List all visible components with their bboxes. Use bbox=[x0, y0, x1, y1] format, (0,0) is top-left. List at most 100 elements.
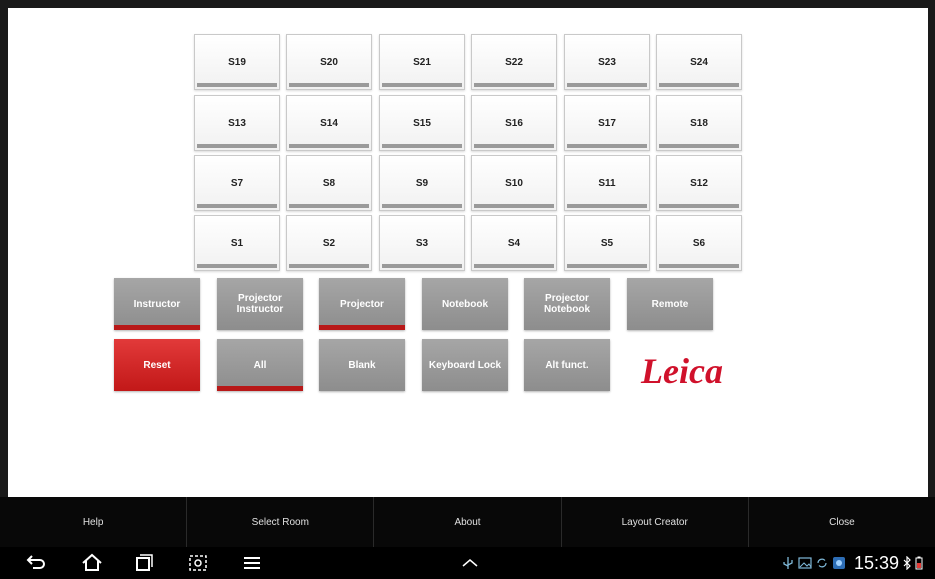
seat-s6[interactable]: S6 bbox=[656, 215, 742, 271]
app-screen: S19 S20 S21 S22 S23 S24 S13 S14 S15 S16 … bbox=[8, 8, 928, 497]
seat-s2[interactable]: S2 bbox=[286, 215, 372, 271]
seat-s18[interactable]: S18 bbox=[656, 95, 742, 151]
seat-status-bar bbox=[659, 144, 739, 148]
seat-label: S5 bbox=[600, 238, 614, 249]
projector-instructor-button[interactable]: Projector Instructor bbox=[217, 278, 303, 330]
seat-label: S10 bbox=[505, 178, 523, 189]
seat-status-bar bbox=[197, 83, 277, 87]
seat-s12[interactable]: S12 bbox=[656, 155, 742, 211]
seat-status-bar bbox=[382, 204, 462, 208]
recent-apps-icon[interactable] bbox=[132, 551, 156, 575]
button-label: Notebook bbox=[441, 298, 489, 310]
seat-s15[interactable]: S15 bbox=[379, 95, 465, 151]
seat-status-bar bbox=[659, 204, 739, 208]
remote-button[interactable]: Remote bbox=[627, 278, 713, 330]
seat-s7[interactable]: S7 bbox=[194, 155, 280, 211]
menu-icon[interactable] bbox=[240, 551, 264, 575]
blank-button[interactable]: Blank bbox=[319, 339, 405, 391]
button-label: Remote bbox=[651, 298, 689, 310]
chevron-up-icon[interactable] bbox=[458, 551, 482, 575]
seat-status-bar bbox=[289, 144, 369, 148]
seat-label: S18 bbox=[690, 118, 708, 129]
button-label: Projector Notebook bbox=[543, 293, 591, 315]
status-area: 15:39 bbox=[782, 547, 923, 579]
seat-status-bar bbox=[289, 204, 369, 208]
back-icon[interactable] bbox=[24, 551, 48, 575]
seat-label: S12 bbox=[690, 178, 708, 189]
seat-s16[interactable]: S16 bbox=[471, 95, 557, 151]
seat-label: S3 bbox=[415, 238, 429, 249]
home-icon[interactable] bbox=[80, 551, 104, 575]
seat-label: S17 bbox=[598, 118, 616, 129]
all-button[interactable]: All bbox=[217, 339, 303, 391]
layout-creator-button[interactable]: Layout Creator bbox=[562, 497, 749, 547]
seat-s9[interactable]: S9 bbox=[379, 155, 465, 211]
active-indicator bbox=[319, 325, 405, 330]
button-label: Projector bbox=[340, 298, 384, 310]
seat-label: S7 bbox=[230, 178, 244, 189]
seat-label: S13 bbox=[228, 118, 246, 129]
seat-s8[interactable]: S8 bbox=[286, 155, 372, 211]
seat-s10[interactable]: S10 bbox=[471, 155, 557, 211]
select-room-button[interactable]: Select Room bbox=[187, 497, 375, 547]
leica-logo: Leica bbox=[640, 351, 723, 391]
status-clock: 15:39 bbox=[853, 552, 899, 573]
seat-status-bar bbox=[474, 144, 554, 148]
button-label: Reset bbox=[143, 359, 171, 371]
seat-status-bar bbox=[197, 204, 277, 208]
projector-notebook-button[interactable]: Projector Notebook bbox=[524, 278, 610, 330]
seat-s5[interactable]: S5 bbox=[564, 215, 650, 271]
help-button[interactable]: Help bbox=[0, 497, 188, 547]
seat-status-bar bbox=[474, 83, 554, 87]
keyboard-lock-button[interactable]: Keyboard Lock bbox=[422, 339, 508, 391]
seat-s21[interactable]: S21 bbox=[379, 34, 465, 90]
seat-s19[interactable]: S19 bbox=[194, 34, 280, 90]
seat-s1[interactable]: S1 bbox=[194, 215, 280, 271]
seat-s14[interactable]: S14 bbox=[286, 95, 372, 151]
seat-label: S24 bbox=[690, 57, 708, 68]
seat-label: S6 bbox=[692, 238, 706, 249]
seat-s3[interactable]: S3 bbox=[379, 215, 465, 271]
bluetooth-icon bbox=[903, 556, 911, 570]
seat-status-bar bbox=[567, 83, 647, 87]
seat-status-bar bbox=[197, 144, 277, 148]
alt-function-button[interactable]: Alt funct. bbox=[524, 339, 610, 391]
button-label: Alt funct. bbox=[545, 359, 589, 371]
seat-s23[interactable]: S23 bbox=[564, 34, 650, 90]
seat-label: S20 bbox=[320, 57, 338, 68]
seat-label: S2 bbox=[322, 238, 336, 249]
sync-icon bbox=[817, 558, 827, 568]
image-notification-icon bbox=[798, 557, 812, 569]
seat-label: S14 bbox=[320, 118, 338, 129]
seat-label: S19 bbox=[228, 57, 246, 68]
seat-label: S21 bbox=[413, 57, 431, 68]
seat-status-bar bbox=[567, 264, 647, 268]
notebook-button[interactable]: Notebook bbox=[422, 278, 508, 330]
seat-s4[interactable]: S4 bbox=[471, 215, 557, 271]
about-button[interactable]: About bbox=[374, 497, 562, 547]
seat-s13[interactable]: S13 bbox=[194, 95, 280, 151]
seat-s20[interactable]: S20 bbox=[286, 34, 372, 90]
seat-status-bar bbox=[567, 204, 647, 208]
projector-button[interactable]: Projector bbox=[319, 278, 405, 330]
seat-s24[interactable]: S24 bbox=[656, 34, 742, 90]
button-label: Blank bbox=[348, 359, 376, 371]
close-button[interactable]: Close bbox=[749, 497, 935, 547]
instructor-button[interactable]: Instructor bbox=[114, 278, 200, 330]
active-indicator bbox=[217, 386, 303, 391]
active-indicator bbox=[114, 325, 200, 330]
seat-label: S23 bbox=[598, 57, 616, 68]
reset-button[interactable]: Reset bbox=[114, 339, 200, 391]
usb-icon bbox=[783, 557, 793, 569]
seat-label: S9 bbox=[415, 178, 429, 189]
seat-s17[interactable]: S17 bbox=[564, 95, 650, 151]
seat-label: S22 bbox=[505, 57, 523, 68]
action-bar: Help Select Room About Layout Creator Cl… bbox=[0, 497, 935, 547]
seat-label: S16 bbox=[505, 118, 523, 129]
seat-label: S8 bbox=[322, 178, 336, 189]
seat-s22[interactable]: S22 bbox=[471, 34, 557, 90]
seat-label: S1 bbox=[230, 238, 244, 249]
screenshot-icon[interactable] bbox=[186, 551, 210, 575]
system-nav-bar: 15:39 bbox=[0, 547, 935, 579]
seat-s11[interactable]: S11 bbox=[564, 155, 650, 211]
